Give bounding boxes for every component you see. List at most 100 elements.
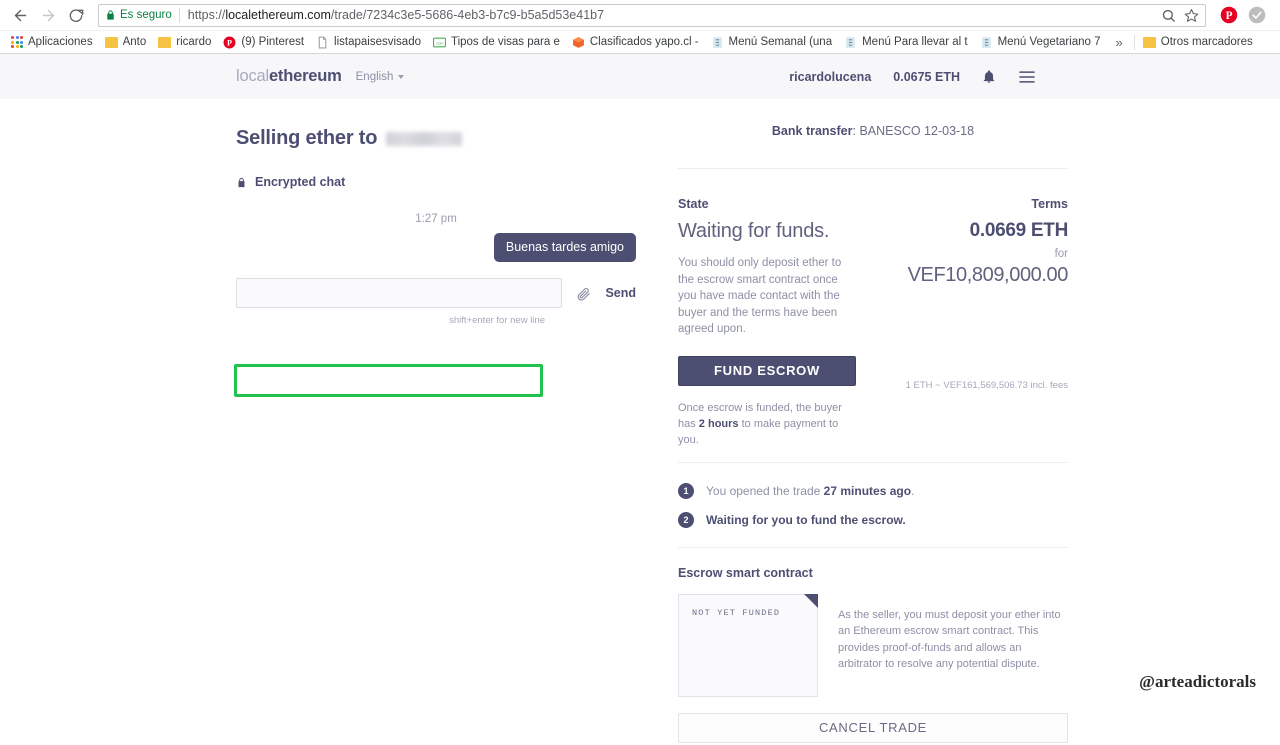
folder-icon (104, 36, 118, 48)
bookmark-menu-paralllevar[interactable]: Menú Para llevar al t (839, 34, 974, 51)
extension-icons: P (1214, 6, 1272, 24)
bookmark-menu-semanal[interactable]: Menú Semanal (una (706, 34, 840, 51)
back-arrow-icon[interactable] (8, 3, 32, 27)
terms-header: Terms (1031, 197, 1068, 211)
omnibox-icons (1153, 8, 1199, 23)
check-circle-extension-icon[interactable] (1248, 6, 1266, 24)
content-columns: Selling ether to Encrypted chat 1:27 pm … (0, 99, 1280, 744)
bookmark-tiposdevisas[interactable]: .com Tipos de visas para e (428, 34, 567, 51)
escrow-description: As the seller, you must deposit your eth… (838, 608, 1061, 671)
page-icon (318, 36, 327, 48)
svg-text:P: P (227, 38, 232, 47)
terms-column: 0.0669 ETH for VEF10,809,000.00 1 ETH ~ … (858, 220, 1069, 391)
trade-state-heading: Waiting for funds. (678, 220, 830, 242)
url-host: localethereum.com (225, 8, 331, 22)
terms-fiat-amount: VEF10,809,000.00 (907, 264, 1069, 286)
encrypted-chat-badge: Encrypted chat (236, 175, 636, 189)
chat-composer: Send (236, 278, 636, 308)
bookmark-ricardo[interactable]: ricardo (153, 34, 218, 50)
svg-text:.com: .com (435, 41, 443, 45)
bookmark-listapaisesvisado[interactable]: listapaisesvisado (311, 34, 428, 51)
bookmark-other-bookmarks[interactable]: Otros marcadores (1138, 34, 1260, 50)
header-right-group: ricardolucena 0.0675 ETH (789, 69, 1036, 85)
username-link[interactable]: ricardolucena (789, 70, 871, 84)
divider (678, 461, 1068, 463)
apps-grid-icon (11, 36, 23, 48)
language-selector[interactable]: English (356, 71, 405, 83)
trade-timeline: 1 You opened the trade 27 minutes ago. 2… (678, 482, 1068, 528)
folder-icon (1142, 36, 1156, 48)
annotation-highlight-box (234, 364, 543, 397)
timeline-step: 1 You opened the trade 27 minutes ago. (678, 482, 1068, 499)
bookmark-label: Menú Para llevar al t (862, 36, 968, 48)
url-path: /trade/7234c3e5-5686-4eb3-b7c9-b5a5d53e4… (330, 8, 605, 22)
bookmark-star-icon[interactable] (1184, 8, 1199, 23)
search-icon[interactable] (1161, 8, 1176, 23)
forward-arrow-icon[interactable] (36, 3, 60, 27)
counterparty-name-redacted (386, 131, 463, 146)
chat-input[interactable] (236, 278, 563, 308)
escrow-contract-card: NOT YET FUNDED (678, 593, 818, 697)
hamburger-menu-icon[interactable] (1018, 70, 1036, 84)
chat-timestamp: 1:27 pm (415, 213, 457, 225)
bookmarks-overflow-button[interactable]: » (1108, 35, 1131, 50)
timeline-text-suffix: . (911, 483, 915, 498)
timeline-text-bold: 27 minutes ago (823, 483, 912, 498)
bookmark-pinterest[interactable]: P (9) Pinterest (218, 34, 311, 51)
terms-for-label: for (1054, 248, 1068, 260)
bell-icon[interactable] (982, 69, 996, 85)
doc-icon (712, 36, 722, 48)
state-header: State (678, 197, 709, 211)
page-content: localethereum English ricardolucena 0.06… (0, 54, 1280, 744)
bookmarks-bar: Aplicaciones Anto ricardo P (9) Pinteres… (0, 30, 1280, 53)
folded-corner-icon (804, 593, 818, 608)
svg-text:P: P (1226, 10, 1233, 22)
timeline-step: 2 Waiting for you to fund the escrow. (678, 511, 1068, 528)
page-title-text: Selling ether to (236, 127, 378, 149)
cancel-trade-button[interactable]: CANCEL TRADE (678, 712, 1068, 743)
page-title: Selling ether to (236, 127, 636, 150)
bookmark-apps[interactable]: Aplicaciones (6, 34, 100, 50)
bookmark-label: ricardo (176, 36, 212, 48)
chat-message-list: 1:27 pm Buenas tardes amigo (236, 213, 636, 262)
escrow-section-body: NOT YET FUNDED As the seller, you must d… (678, 593, 1068, 697)
bookmark-menu-vegetariano[interactable]: Menú Vegetariano 7 (975, 34, 1108, 51)
divider (678, 168, 1068, 169)
wallet-balance[interactable]: 0.0675 ETH (893, 70, 960, 84)
language-label: English (355, 70, 394, 83)
chevron-down-icon (398, 74, 405, 79)
pinterest-icon: P (223, 36, 236, 48)
bookmark-label: Clasificados yapo.cl - (589, 36, 699, 48)
site-header: localethereum English ricardolucena 0.06… (0, 54, 1280, 99)
site-icon: .com (432, 37, 446, 47)
logo[interactable]: localethereum (236, 67, 342, 86)
browser-chrome: Es seguro https://localethereum.com/trad… (0, 0, 1280, 54)
escrow-status-label: NOT YET FUNDED (692, 607, 781, 618)
bookmark-label: Menú Vegetariano 7 (997, 36, 1101, 48)
timeline-step-number: 1 (678, 482, 694, 499)
send-button[interactable]: Send (605, 286, 636, 300)
address-bar[interactable]: Es seguro https://localethereum.com/trad… (98, 3, 1206, 27)
browser-toolbar: Es seguro https://localethereum.com/trad… (0, 0, 1280, 30)
fund-escrow-button[interactable]: FUND ESCROW (678, 355, 856, 386)
bookmark-anto[interactable]: Anto (100, 34, 154, 50)
terms-eth-amount: 0.0669 ETH (969, 220, 1069, 241)
fund-note-duration: 2 hours (698, 417, 739, 430)
paperclip-icon[interactable] (576, 286, 591, 301)
timeline-step-number: 2 (678, 511, 694, 528)
state-terms-body: Waiting for funds. You should only depos… (678, 220, 1068, 448)
terms-exchange-rate: 1 ETH ~ VEF161,569,506.73 incl. fees (905, 380, 1068, 391)
box-icon (572, 36, 584, 48)
bookmark-label: (9) Pinterest (241, 36, 305, 48)
reload-icon[interactable] (64, 3, 88, 27)
divider (678, 546, 1068, 548)
security-chip[interactable]: Es seguro (105, 9, 179, 21)
bookmark-yapo[interactable]: Clasificados yapo.cl - (567, 34, 706, 51)
url-text: https://localethereum.com/trade/7234c3e5… (188, 8, 1153, 22)
pinterest-extension-icon[interactable]: P (1220, 6, 1238, 24)
watermark: @arteadictorals (1139, 672, 1256, 691)
logo-part-ethereum: ethereum (268, 67, 342, 85)
fund-escrow-note: Once escrow is funded, the buyer has 2 h… (678, 400, 853, 448)
lock-icon (107, 10, 114, 20)
bookmark-label: listapaisesvisado (334, 36, 421, 48)
